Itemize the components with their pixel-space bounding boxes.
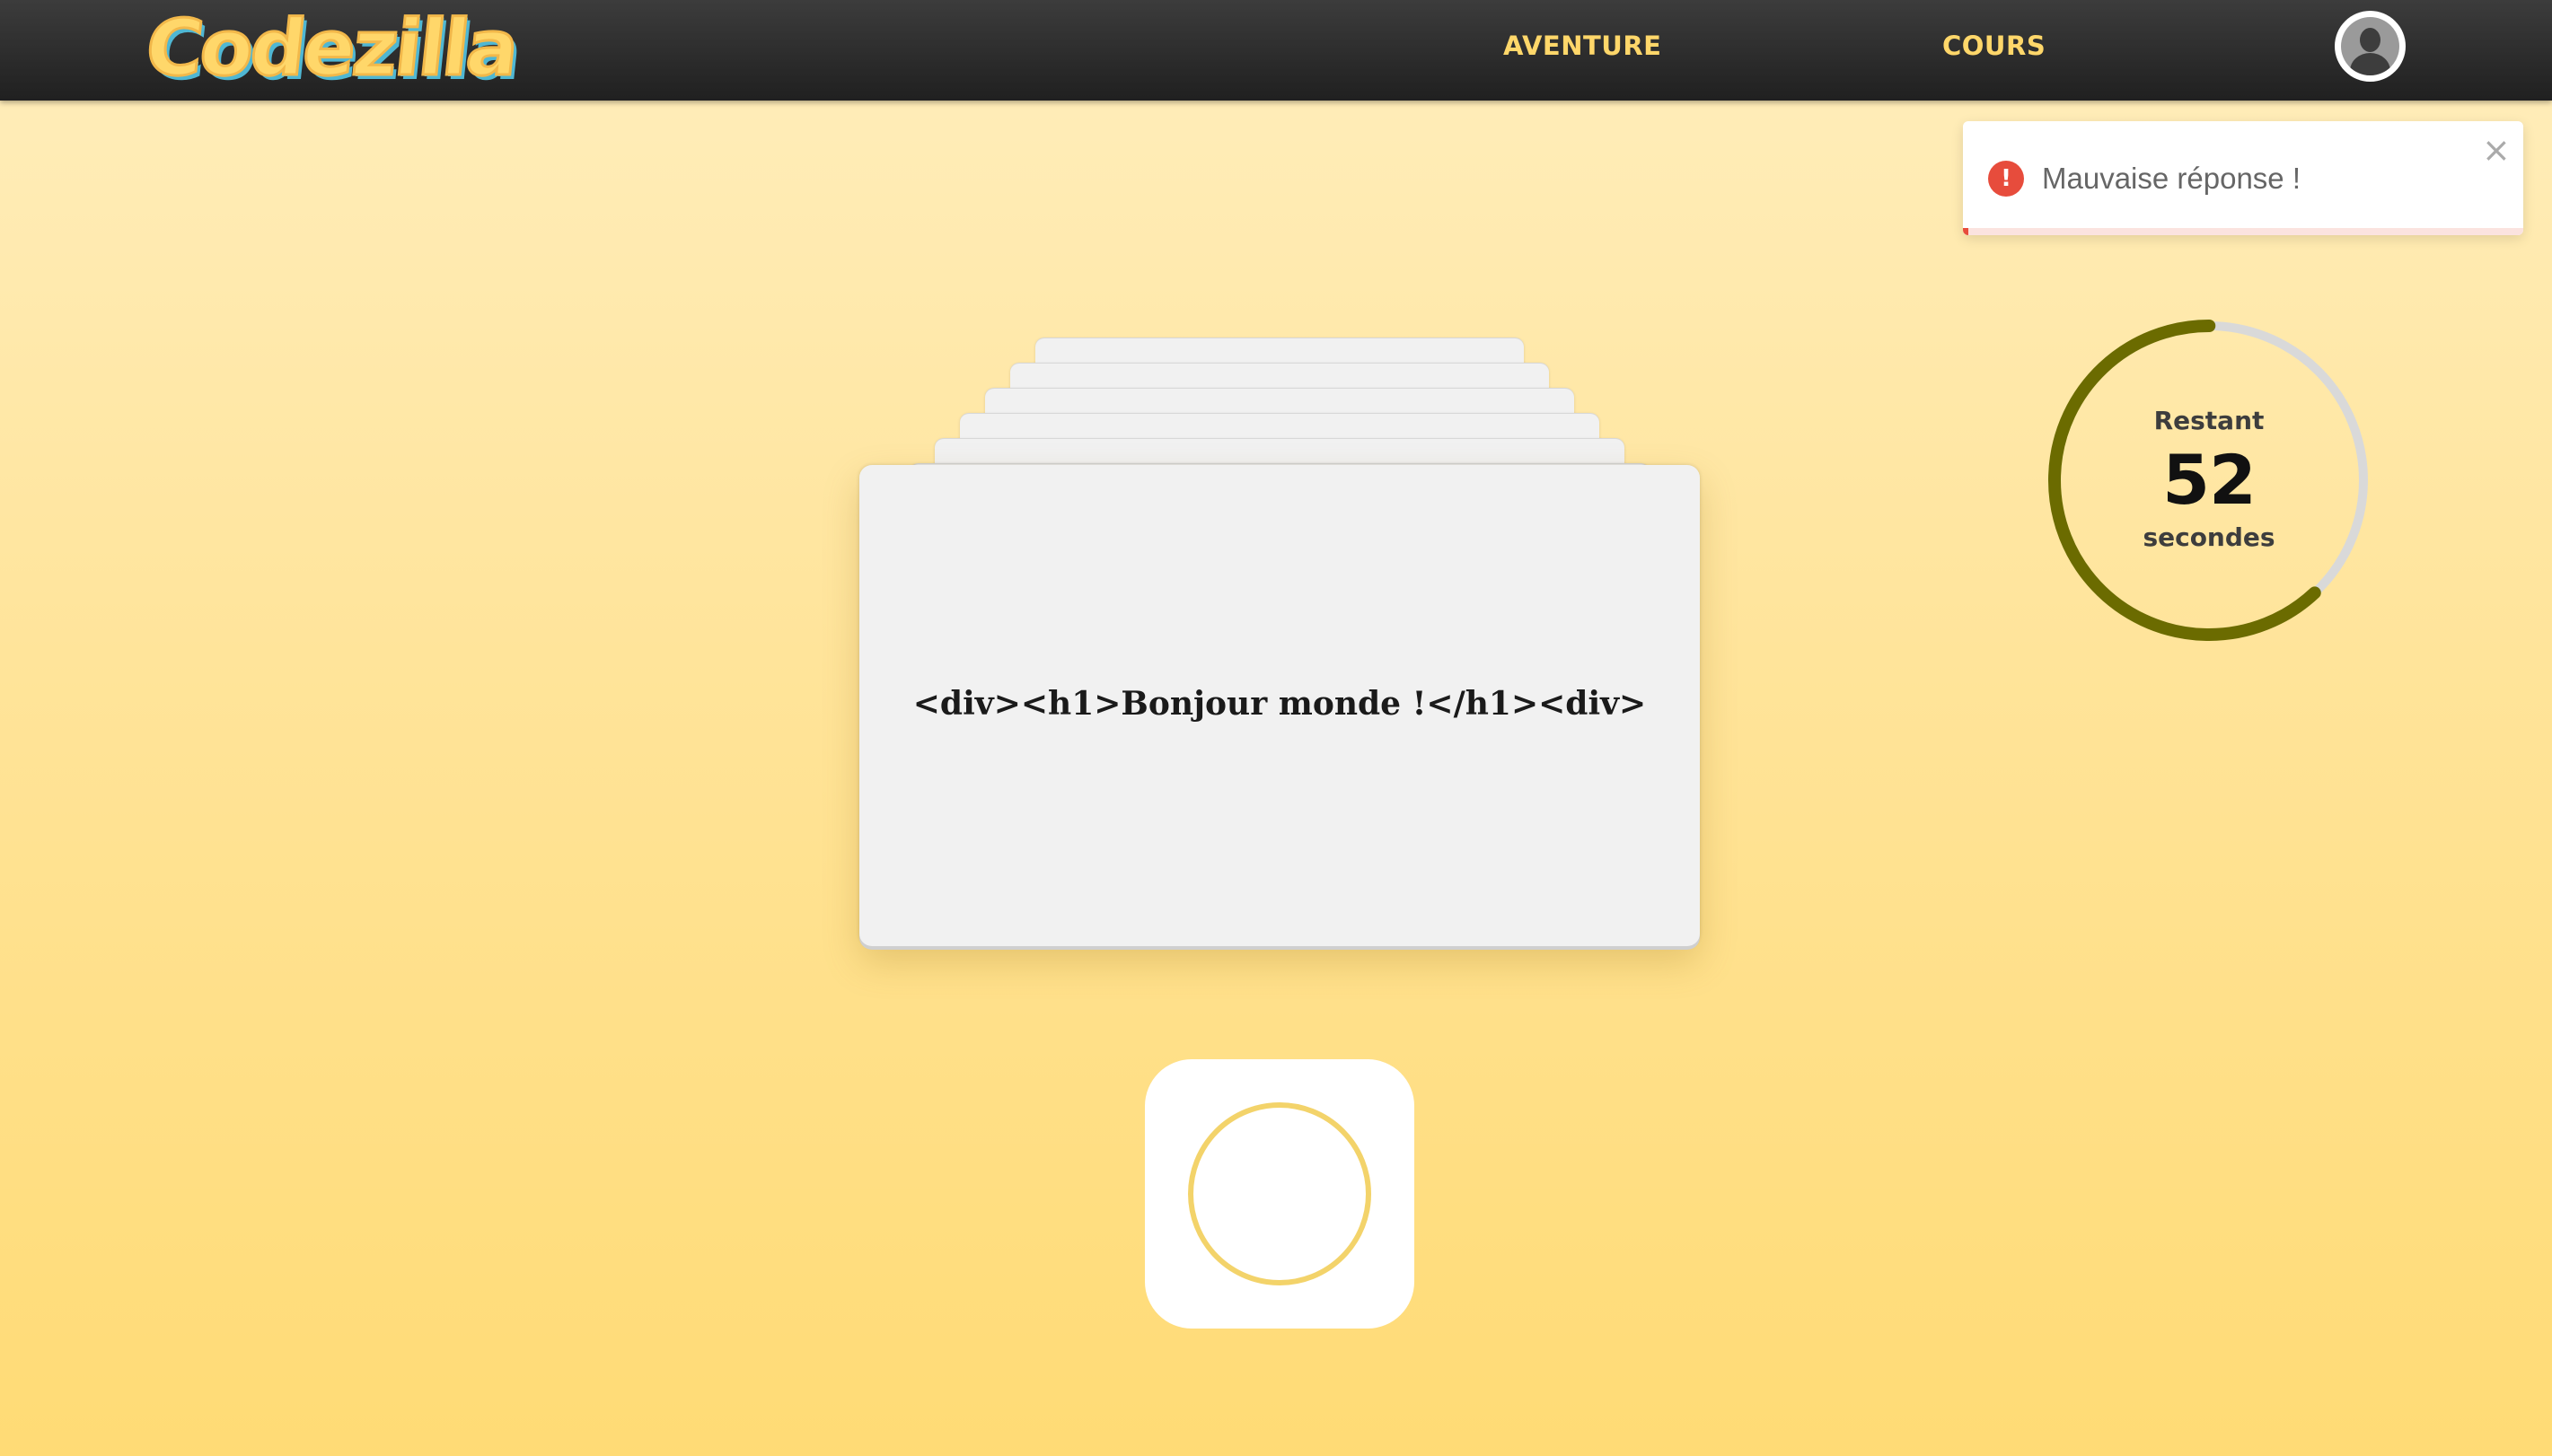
top-navbar: Codezilla AVENTURE COURS [0,0,2552,101]
avatar-body [2350,53,2390,75]
error-toast: ! Mauvaise réponse ! × [1963,121,2523,235]
toast-progress-fill [1963,228,1968,235]
codezilla-logo[interactable]: Codezilla [140,3,522,95]
toast-progress-track [1963,228,2523,235]
timer-value: 52 [2162,440,2257,520]
user-avatar-icon[interactable] [2335,11,2406,82]
flash-card: <div><h1>Bonjour monde !</h1><div> [859,465,1700,946]
toast-message: Mauvaise réponse ! [2042,162,2301,195]
nav-link-cours[interactable]: COURS [1942,31,2046,61]
close-icon[interactable]: × [2482,128,2511,171]
error-icon: ! [1988,161,2024,197]
timer-label-restant: Restant [2153,406,2265,435]
countdown-timer: Restant 52 secondes [2047,319,2371,642]
nav-link-aventure[interactable]: AVENTURE [1503,31,1661,61]
avatar-head [2360,28,2380,52]
card-code-text: <div><h1>Bonjour monde !</h1><div> [912,685,1647,723]
avatar-silhouette [2341,17,2399,75]
record-circle-icon [1188,1102,1371,1285]
record-button[interactable] [1145,1059,1414,1329]
timer-label-secondes: secondes [2143,522,2275,552]
